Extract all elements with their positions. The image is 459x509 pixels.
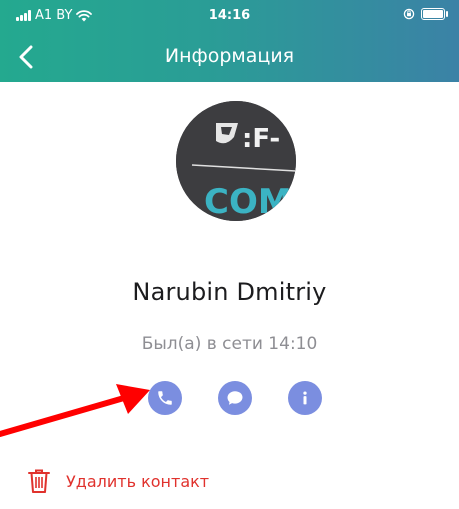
trash-icon	[28, 469, 50, 493]
delete-contact-button[interactable]: Удалить контакт	[28, 466, 209, 496]
avatar-logo-text-bottom: COM	[204, 182, 292, 221]
header: A1 BY 14:16 Информация	[0, 0, 459, 82]
chat-bubble-icon	[227, 391, 243, 405]
delete-contact-label: Удалить контакт	[66, 471, 210, 491]
action-buttons	[148, 381, 324, 417]
contact-info-screen: A1 BY 14:16 Информация:F- COM Narubin D…	[0, 0, 459, 509]
nav-bar: Информация	[0, 34, 459, 80]
last-seen-status: Был(а) в сети 14:10	[141, 334, 318, 354]
battery-icon	[421, 8, 448, 20]
avatar-logo-text-top: :F-	[242, 124, 280, 154]
status-bar-time: 14:16	[208, 8, 251, 23]
status-bar-right	[403, 8, 448, 20]
annotation-arrow	[0, 384, 150, 437]
message-button[interactable]	[218, 381, 252, 415]
page-title: Информация	[164, 45, 295, 67]
info-icon	[303, 391, 307, 405]
status-bar: A1 BY 14:16	[0, 0, 459, 30]
info-button[interactable]	[288, 381, 322, 415]
avatar-logo-image: :F- COM	[176, 101, 296, 221]
avatar[interactable]: :F- COM	[176, 101, 296, 221]
orientation-lock-icon	[403, 8, 415, 20]
contact-name: Narubin Dmitriy	[132, 278, 327, 306]
